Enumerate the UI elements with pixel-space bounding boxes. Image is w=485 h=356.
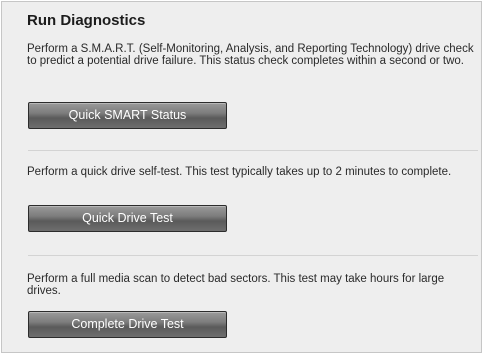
quick-drive-test-description: Perform a quick drive self-test. This te…	[27, 166, 452, 178]
divider	[28, 255, 478, 256]
divider	[28, 150, 478, 151]
quick-smart-status-button[interactable]: Quick SMART Status	[28, 102, 227, 129]
smart-status-description: Perform a S.M.A.R.T. (Self-Monitoring, A…	[27, 43, 474, 67]
complete-drive-test-description: Perform a full media scan to detect bad …	[27, 273, 445, 297]
diagnostics-panel: Run Diagnostics Perform a S.M.A.R.T. (Se…	[1, 1, 482, 353]
complete-drive-test-button[interactable]: Complete Drive Test	[28, 311, 227, 338]
quick-drive-test-button[interactable]: Quick Drive Test	[28, 205, 227, 232]
section-title: Run Diagnostics	[27, 12, 146, 29]
